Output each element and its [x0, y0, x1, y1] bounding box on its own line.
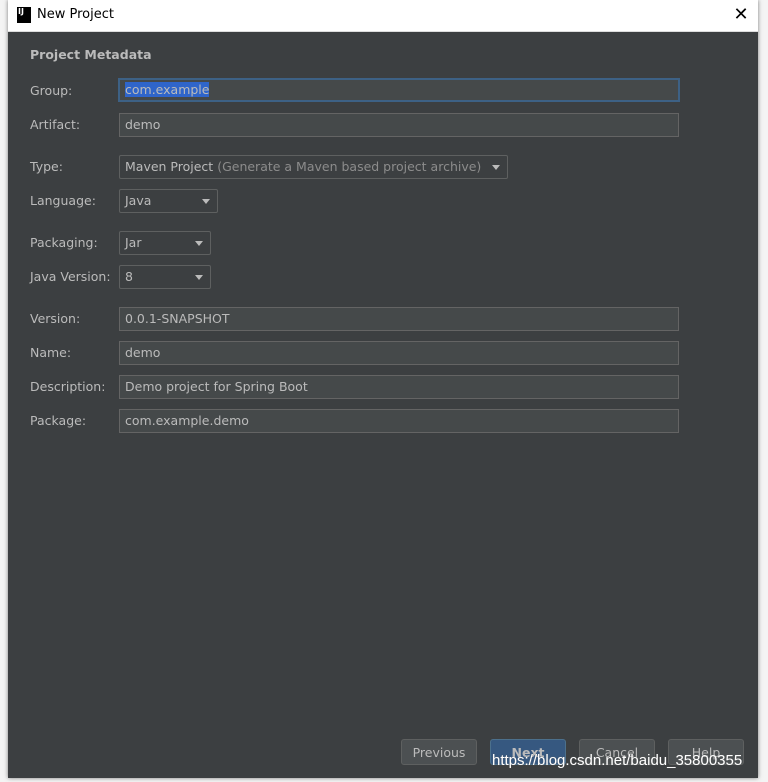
- group-label: Group:: [30, 83, 73, 98]
- close-icon[interactable]: ✕: [728, 3, 754, 27]
- chevron-down-icon: [195, 275, 203, 280]
- group-input[interactable]: com.example: [118, 78, 680, 102]
- language-dropdown[interactable]: Java: [119, 189, 218, 213]
- group-value: com.example: [125, 82, 210, 97]
- chevron-down-icon: [202, 199, 210, 204]
- java-version-label: Java Version:: [30, 269, 111, 284]
- section-title: Project Metadata: [30, 47, 152, 62]
- chevron-down-icon: [195, 241, 203, 246]
- language-value: Java: [125, 193, 152, 208]
- artifact-label: Artifact:: [30, 117, 81, 132]
- name-label: Name:: [30, 345, 72, 360]
- language-label: Language:: [30, 193, 96, 208]
- packaging-value: Jar: [125, 235, 142, 250]
- intellij-icon: IJ: [17, 7, 31, 23]
- version-input[interactable]: 0.0.1-SNAPSHOT: [119, 307, 679, 331]
- previous-button[interactable]: Previous: [401, 739, 477, 765]
- java-version-value: 8: [125, 269, 133, 284]
- type-label: Type:: [30, 159, 63, 174]
- description-input[interactable]: Demo project for Spring Boot: [119, 375, 679, 399]
- type-value: Maven Project: [125, 159, 214, 174]
- type-dropdown[interactable]: Maven Project (Generate a Maven based pr…: [119, 155, 508, 179]
- window-title: New Project: [37, 7, 114, 22]
- type-hint: (Generate a Maven based project archive): [217, 159, 482, 174]
- version-label: Version:: [30, 311, 81, 326]
- package-input[interactable]: com.example.demo: [119, 409, 679, 433]
- java-version-dropdown[interactable]: 8: [119, 265, 211, 289]
- packaging-label: Packaging:: [30, 235, 98, 250]
- artifact-input[interactable]: demo: [119, 113, 679, 137]
- package-label: Package:: [30, 413, 87, 428]
- new-project-dialog: IJ New Project ✕ Project Metadata Group:…: [8, 0, 758, 778]
- description-label: Description:: [30, 379, 106, 394]
- name-input[interactable]: demo: [119, 341, 679, 365]
- watermark: https://blog.csdn.net/baidu_35800355: [492, 752, 743, 769]
- packaging-dropdown[interactable]: Jar: [119, 231, 211, 255]
- title-bar: IJ New Project ✕: [8, 0, 758, 32]
- chevron-down-icon: [492, 165, 500, 170]
